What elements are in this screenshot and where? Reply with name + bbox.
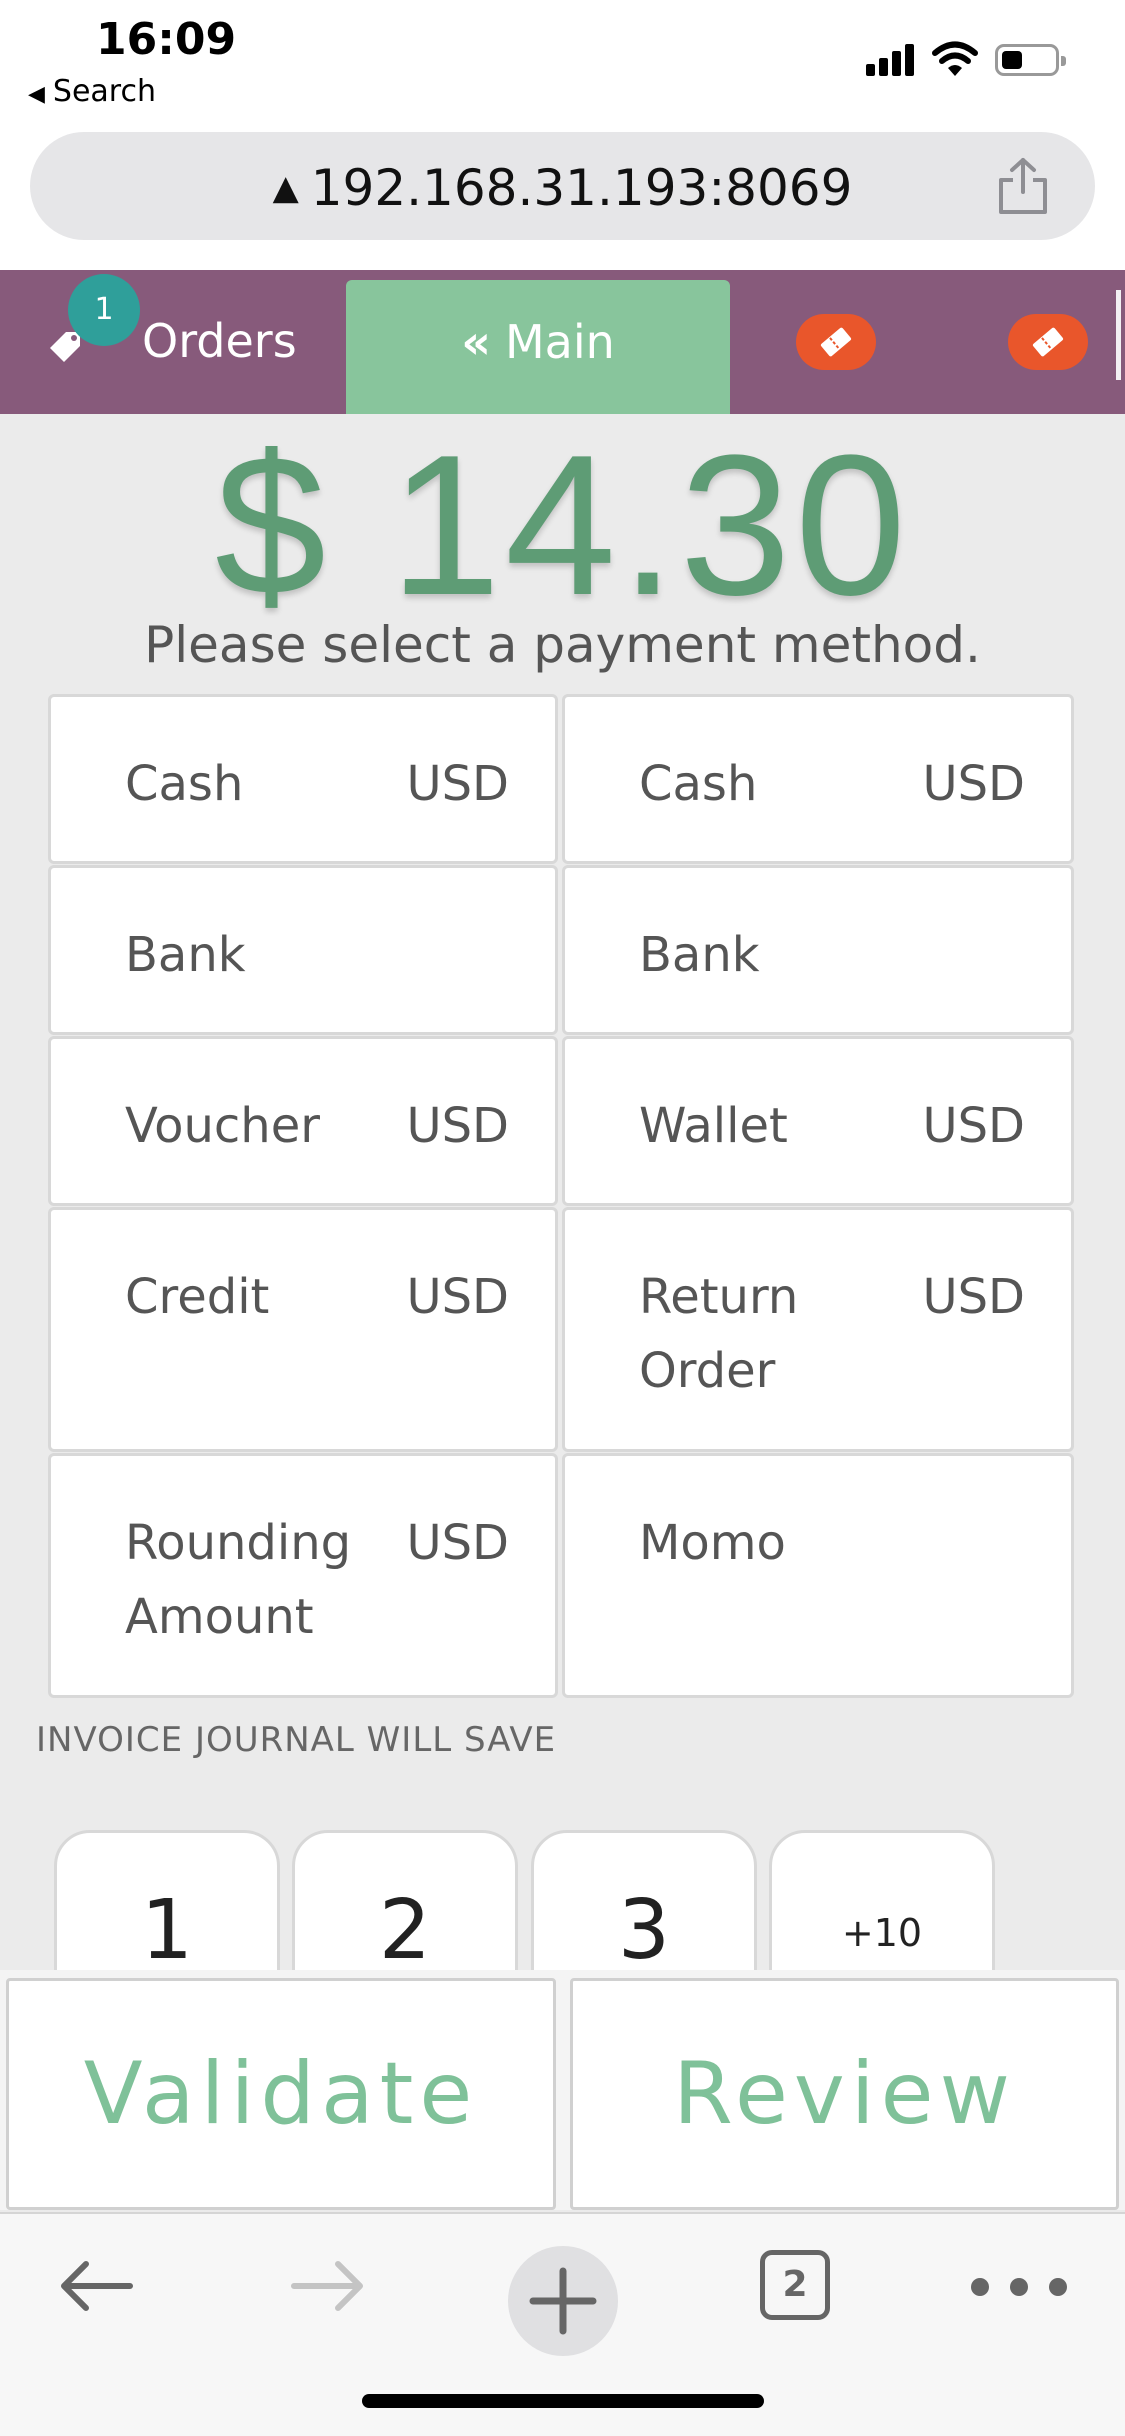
wifi-icon [932,41,978,76]
more-options-icon[interactable] [964,2272,1074,2302]
payment-prompt: Please select a payment method. [144,616,981,674]
payment-method-currency: USD [922,1098,1025,1154]
payment-method-wallet[interactable]: Wallet USD [562,1036,1074,1206]
orders-button[interactable]: 1 Orders [40,270,310,414]
back-arrow-icon[interactable] [56,2254,136,2318]
payment-method-name: Wallet [639,1098,788,1154]
payment-method-name: Return Order [639,1269,799,1399]
payment-method-momo[interactable]: Momo [562,1453,1074,1698]
tab-main-label: Main [504,315,615,369]
numpad: 1 2 3 +10 [0,1830,1125,1970]
double-chevron-left-icon: « [461,315,491,369]
share-icon[interactable] [995,156,1051,216]
address-bar[interactable]: ▲ 192.168.31.193:8069 [30,132,1095,240]
new-tab-button[interactable] [508,2246,618,2356]
tab-switcher-button[interactable]: 2 [760,2250,830,2320]
invoice-journal-note: INVOICE JOURNAL WILL SAVE [36,1720,557,1760]
payment-method-name: Voucher [125,1098,320,1154]
browser-address-area: ▲ 192.168.31.193:8069 [0,128,1125,270]
pos-header: 1 Orders «Main [0,270,1125,414]
payment-method-name: Bank [639,927,760,983]
payment-method-name: Momo [639,1515,786,1571]
numpad-key-1[interactable]: 1 [54,1830,280,1970]
numpad-key-2[interactable]: 2 [292,1830,518,1970]
payment-method-voucher[interactable]: Voucher USD [48,1036,558,1206]
ticket-icon [1032,327,1064,357]
not-secure-warning-icon: ▲ [272,168,299,208]
numpad-key-label: 3 [617,1883,671,1970]
payment-method-currency: USD [922,1269,1025,1325]
numpad-key-label: 1 [140,1883,194,1970]
payment-method-bank[interactable]: Bank [48,865,558,1035]
forward-arrow-icon[interactable] [288,2254,368,2318]
payment-method-currency: USD [922,756,1025,812]
header-overflow-edge [1116,290,1125,380]
payment-actions: Validate Review [0,1970,1125,2210]
status-time: 16:09 [96,14,237,65]
validate-button[interactable]: Validate [6,1978,556,2210]
numpad-key-3[interactable]: 3 [531,1830,757,1970]
order-ticket-button-1[interactable] [796,314,876,370]
numpad-key-label: +10 [841,1911,923,1955]
payment-method-currency: USD [406,756,509,812]
payment-method-currency: USD [406,1269,509,1325]
payment-method-name: Cash [125,756,244,812]
payment-method-name: Credit [125,1269,270,1325]
back-triangle-icon: ◀ [28,82,45,107]
payment-method-bank[interactable]: Bank [562,865,1074,1035]
numpad-key-plus-10[interactable]: +10 [769,1830,995,1970]
payment-method-credit[interactable]: Credit USD [48,1207,558,1452]
battery-icon [995,44,1066,76]
plus-icon [529,2267,597,2335]
back-to-search-label: Search [52,74,156,109]
payment-method-currency: USD [406,1515,509,1571]
payment-method-name: Bank [125,927,246,983]
orders-label: Orders [142,314,297,368]
total-amount: $ 14.30 [214,414,911,637]
payment-method-cash[interactable]: Cash USD [48,694,558,864]
home-indicator [362,2394,764,2408]
back-to-search-link[interactable]: ◀ Search [28,74,156,109]
payment-method-cash[interactable]: Cash USD [562,694,1074,864]
payment-method-return-order[interactable]: Return Order USD [562,1207,1074,1452]
review-button[interactable]: Review [570,1978,1119,2210]
ticket-icon [820,327,852,357]
payment-method-rounding-amount[interactable]: Rounding Amount USD [48,1453,558,1698]
numpad-key-label: 2 [378,1883,432,1970]
payment-method-currency: USD [406,1098,509,1154]
payment-method-name: Cash [639,756,758,812]
payment-method-name: Rounding Amount [125,1515,352,1645]
order-ticket-button-2[interactable] [1008,314,1088,370]
url-text: 192.168.31.193:8069 [310,159,853,217]
orders-count-badge: 1 [68,274,140,346]
cellular-signal-icon [866,44,916,76]
status-bar: 16:09 ◀ Search [0,0,1125,128]
tab-main[interactable]: «Main [346,280,730,414]
